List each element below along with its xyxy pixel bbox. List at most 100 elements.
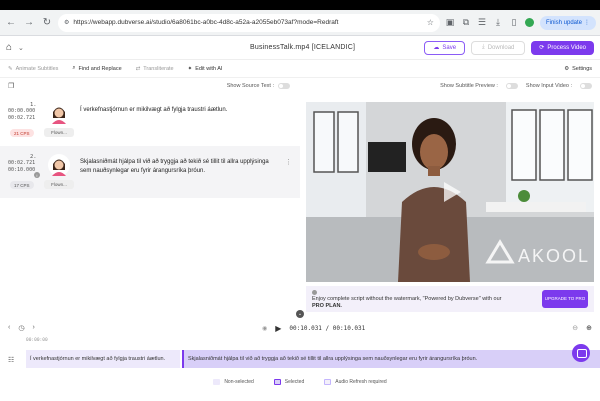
- video-preview[interactable]: AKOOL: [306, 102, 594, 282]
- segment-times: 00:00.000 00:02.721: [8, 108, 35, 122]
- document-title: BusinessTalk.mp4 [ICELANDIC]: [250, 44, 356, 51]
- zoom-in-icon[interactable]: ⊕: [586, 324, 592, 332]
- segment-row[interactable]: 2. 00:02.721 00:10.000 i 17 CPS Flown...…: [0, 146, 300, 198]
- finish-update-button[interactable]: Finish update ⋮: [539, 15, 596, 30]
- legend-label: Non-selected: [224, 379, 254, 385]
- transliterate-button[interactable]: ⇄ Transliterate: [136, 66, 174, 72]
- animate-subtitles-label: Animate Subtitles: [15, 65, 59, 72]
- search-icon: ⌕: [72, 65, 76, 71]
- show-input-video-toggle[interactable]: [580, 83, 592, 89]
- show-subtitle-preview-label: Show Subtitle Preview :: [440, 83, 498, 89]
- volume-icon[interactable]: ◉: [262, 325, 267, 332]
- profile-avatar[interactable]: [524, 17, 536, 29]
- extension-icon[interactable]: ▣: [444, 17, 456, 29]
- settings-button[interactable]: ⚙ Settings: [564, 66, 592, 72]
- zoom-out-icon[interactable]: ⊖: [572, 324, 578, 332]
- legend-selected: Selected: [273, 379, 304, 385]
- subtitles-icon: ☷: [8, 357, 15, 364]
- download-arrow-icon: ⤓: [482, 44, 485, 50]
- timeline-track: Í verkefnastjórnun er mikilvægt að fylgj…: [26, 350, 600, 368]
- save-button[interactable]: ☁ Save: [424, 40, 466, 55]
- show-input-video-label: Show Input Video :: [525, 83, 572, 89]
- chevron-right-icon[interactable]: ›: [32, 324, 34, 332]
- segment-end[interactable]: 00:10.000: [8, 167, 35, 173]
- segment-text[interactable]: Í verkefnastjórnun er mikilvægt að fylgj…: [80, 106, 280, 115]
- segment-start[interactable]: 00:02.721: [8, 160, 35, 166]
- gear-icon: ⚙: [564, 65, 570, 72]
- show-subtitle-preview-toggle[interactable]: [505, 83, 518, 89]
- swatch: [324, 379, 332, 385]
- puzzle-icon[interactable]: ⧉: [460, 17, 472, 29]
- copy-icon[interactable]: ❐: [8, 82, 14, 90]
- url-text: https://webapp.dubverse.ai/studio/6a8061…: [73, 19, 339, 26]
- timeline-ruler: 00:00:00: [26, 338, 48, 343]
- segment-text[interactable]: Skjalasniðmát hjálpa til við að tryggja …: [80, 158, 280, 176]
- back-icon[interactable]: ←: [4, 16, 18, 30]
- tab-search-icon[interactable]: ☰: [476, 17, 488, 29]
- upgrade-button[interactable]: UPGRADE TO PRO: [542, 290, 588, 308]
- promo-plan: PRO PLAN.: [312, 303, 342, 309]
- player-center: ◉ ▶ 00:10.031 / 00:10.031: [262, 324, 365, 333]
- forward-icon[interactable]: →: [22, 16, 36, 30]
- timeline-legend: Non-selected Selected Audio Refresh requ…: [0, 376, 600, 388]
- download-icon[interactable]: ⤓: [492, 17, 504, 29]
- cps-badge: 17 CPS: [10, 181, 34, 189]
- playback-time: 00:10.031 / 00:10.031: [289, 324, 366, 332]
- speaker-select[interactable]: Flown...: [44, 180, 74, 189]
- upgrade-banner: Enjoy complete script without the waterm…: [306, 286, 594, 312]
- header-actions: ☁ Save ⤓ Download ⟳ Process Video: [424, 40, 594, 55]
- site-info-icon[interactable]: ⚙: [64, 19, 69, 26]
- cloud-icon: ☁: [433, 45, 440, 51]
- profile-avatar-dot: [525, 18, 535, 27]
- timeline-clip[interactable]: Í verkefnastjórnun er mikilvægt að fylgj…: [26, 350, 180, 368]
- promo-text: Enjoy complete script without the waterm…: [312, 296, 532, 310]
- bookmark-star-icon[interactable]: ☆: [427, 18, 434, 27]
- clock-icon[interactable]: ◷: [18, 324, 24, 332]
- video-frame: AKOOL: [306, 102, 594, 282]
- segment-end[interactable]: 00:02.721: [8, 115, 35, 121]
- show-source-text-toggle[interactable]: [278, 83, 290, 89]
- chevron-down-icon[interactable]: ⌄: [18, 44, 24, 52]
- collapse-icon[interactable]: ⌄: [296, 310, 304, 318]
- swatch: [273, 379, 281, 385]
- segment-row[interactable]: 1. 00:00.000 00:02.721 21 CPS Flown... Í…: [0, 94, 300, 146]
- play-icon[interactable]: ▶: [275, 324, 281, 333]
- download-label: Download: [487, 44, 515, 51]
- animate-subtitles-button[interactable]: ✎ Animate Subtitles: [8, 66, 58, 72]
- process-video-button[interactable]: ⟳ Process Video: [531, 40, 594, 55]
- find-replace-button[interactable]: ⌕ Find and Replace: [72, 65, 121, 72]
- more-vert-icon[interactable]: ⋮: [285, 158, 292, 166]
- reload-icon[interactable]: ↻: [40, 16, 54, 30]
- timeline: 00:00:00 ☷ Í verkefnastjórnun er mikilvæ…: [0, 338, 600, 378]
- address-bar[interactable]: ⚙ https://webapp.dubverse.ai/studio/6a80…: [58, 13, 440, 32]
- promo-line: Enjoy complete script without the waterm…: [312, 296, 502, 302]
- speaker-avatar: [48, 154, 70, 176]
- editor-toolbar: ✎ Animate Subtitles ⌕ Find and Replace ⇄…: [0, 60, 600, 78]
- script-panel: ❐ Show Source Text : 1. 00:00.000 00:02.…: [0, 78, 300, 312]
- preview-panel-header: Show Subtitle Preview : Show Input Video…: [300, 78, 600, 94]
- save-label: Save: [442, 44, 457, 51]
- process-label: Process Video: [547, 44, 586, 51]
- sync-icon: ⟳: [539, 45, 545, 51]
- source-text-toggle-row: Show Source Text :: [227, 83, 290, 89]
- speaker-avatar: [48, 102, 70, 124]
- swatch: [213, 379, 221, 385]
- home-icon[interactable]: ⌂: [6, 42, 12, 53]
- more-vert-icon: ⋮: [584, 20, 590, 26]
- cps-badge: 21 CPS: [10, 129, 34, 137]
- download-button[interactable]: ⤓ Download: [471, 40, 526, 55]
- info-icon[interactable]: i: [34, 172, 40, 178]
- chat-icon[interactable]: [572, 344, 590, 362]
- edit-with-ai-button[interactable]: ✦ Edit with AI: [188, 66, 223, 72]
- sparkle-icon: ✦: [187, 65, 193, 72]
- split-view-icon[interactable]: ▯: [508, 17, 520, 29]
- speaker-select[interactable]: Flown...: [44, 128, 74, 137]
- finish-update-label: Finish update: [545, 19, 582, 26]
- chevron-left-icon[interactable]: ‹: [8, 324, 10, 332]
- find-replace-label: Find and Replace: [78, 65, 122, 72]
- info-icon: [312, 290, 317, 295]
- segment-start[interactable]: 00:00.000: [8, 108, 35, 114]
- watermark-text: AKOOL: [518, 246, 590, 266]
- timeline-clip[interactable]: Skjalasniðmát hjálpa til við að tryggja …: [182, 350, 600, 368]
- segment-times: 00:02.721 00:10.000: [8, 160, 35, 174]
